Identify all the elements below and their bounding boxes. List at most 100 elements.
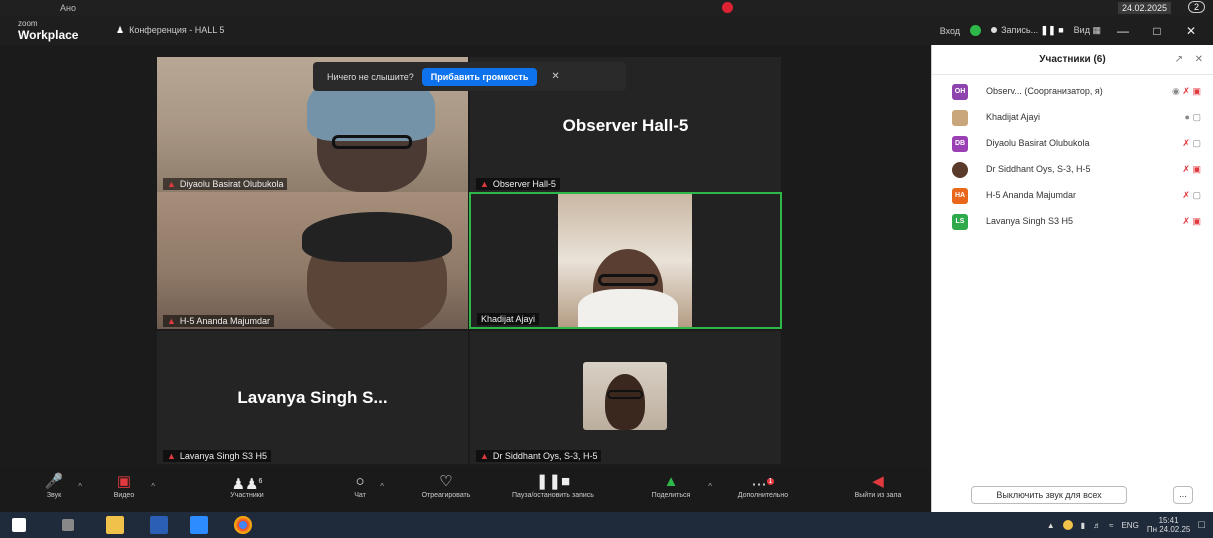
language-indicator[interactable]: ENG	[1121, 521, 1138, 530]
video-on-icon[interactable]: ▢	[1192, 112, 1201, 122]
windows-start-icon[interactable]	[12, 518, 26, 532]
task-view-icon[interactable]	[62, 519, 74, 531]
more-options-button[interactable]: ...	[1173, 486, 1193, 504]
app-alert-icon	[722, 2, 733, 13]
increase-volume-button[interactable]: Прибавить громкость	[421, 67, 538, 86]
chat-label: Чат	[354, 492, 366, 499]
grid-icon: ▦	[1092, 25, 1101, 35]
volume-icon[interactable]: ♬	[1093, 521, 1101, 530]
recording-indicator[interactable]: Запись... ❚❚ ■	[991, 25, 1064, 36]
mic-muted-icon[interactable]: ✗	[1182, 138, 1190, 148]
security-shield-icon[interactable]	[970, 25, 982, 36]
maximize-icon[interactable]: □	[1145, 24, 1169, 38]
mic-muted-icon[interactable]: ✗	[1182, 86, 1190, 96]
participants-button[interactable]: ♟♟6 Участники	[222, 472, 272, 499]
record-button[interactable]: ❚❚■ Пауза/остановить запись	[495, 472, 611, 499]
list-item[interactable]: LS Lavanya Singh S3 H5 ✗ ▣	[932, 209, 1213, 235]
file-explorer-icon[interactable]	[106, 516, 124, 534]
video-off-icon[interactable]: ▣	[1192, 216, 1201, 226]
audio-button[interactable]: 🎤 Звук ^	[40, 472, 82, 499]
tray-app-icon[interactable]	[1062, 520, 1073, 530]
chevron-up-icon[interactable]: ^	[380, 482, 384, 491]
video-on-icon[interactable]: ▢	[1192, 190, 1201, 200]
search-box[interactable]: Ано	[60, 2, 210, 14]
chrome-icon[interactable]	[234, 516, 252, 534]
chevron-up-icon[interactable]: ^	[78, 482, 82, 491]
more-icon: ⋯ 1	[751, 476, 775, 493]
more-button[interactable]: ⋯ 1 Дополнительно	[718, 472, 808, 499]
participant-status: ◉ ✗ ▣	[1172, 86, 1201, 97]
mic-muted-icon: ▲	[480, 451, 489, 461]
meeting-toolbar: 🎤 Звук ^ ▣ Видео ^ ♟♟6 Участники ○ Чат ^…	[0, 468, 931, 512]
close-icon[interactable]: ✕	[1179, 24, 1203, 38]
mic-muted-icon: ▲	[167, 451, 176, 461]
battery-icon[interactable]: ▮	[1081, 521, 1085, 530]
share-button[interactable]: ▲ Поделиться ^	[644, 472, 712, 499]
system-tray: ▲ ▮ ♬ ≈ ENG 15:41 Пн 24.02.25 □	[1039, 515, 1205, 535]
word-icon[interactable]	[150, 516, 168, 534]
meeting-title: Конференция - HALL 5	[129, 25, 225, 35]
tile-big-label: Lavanya Singh S...	[237, 388, 388, 407]
logo-big: Workplace	[18, 28, 79, 42]
list-item[interactable]: Dr Siddhant Oys, S-3, H-5 ✗ ▣	[932, 157, 1213, 183]
list-item[interactable]: OH Observ... (Соорганизатор, я) ◉ ✗ ▣	[932, 79, 1213, 105]
enter-button[interactable]: Вход	[940, 26, 960, 36]
mic-muted-icon[interactable]: ✗	[1182, 164, 1190, 174]
glasses	[598, 274, 658, 286]
video-stage: ▲ Diyaolu Basirat Olubukola Observer Hall…	[0, 45, 931, 468]
avatar-photo	[583, 362, 667, 430]
notification-count-badge[interactable]: 2	[1187, 1, 1205, 13]
view-button[interactable]: Вид ▦	[1074, 25, 1101, 36]
mic-muted-icon: ▲	[480, 179, 489, 189]
video-tile-active[interactable]: Khadijat Ajayi	[469, 192, 782, 329]
video-tile[interactable]: Lavanya Singh S... ▲ Lavanya Singh S3 H5	[157, 331, 468, 464]
notifications-icon[interactable]: □	[1198, 519, 1205, 531]
tile-name-text: Diyaolu Basirat Olubukola	[179, 179, 284, 189]
record-icon: ◉	[1172, 86, 1180, 96]
video-label: Видео	[113, 492, 135, 499]
mic-muted-icon: ▲	[167, 179, 176, 189]
popout-icon[interactable]: ↗	[1175, 45, 1183, 75]
mic-on-icon[interactable]: ●	[1185, 112, 1190, 122]
video-off-icon[interactable]: ▣	[1192, 164, 1201, 174]
close-icon[interactable]: ✕	[1195, 45, 1203, 75]
pause-icon[interactable]: ❚❚ ■	[1041, 25, 1064, 35]
recording-dot-icon	[991, 27, 998, 33]
notification-message: Ничего не слышите?	[327, 71, 414, 82]
video-button[interactable]: ▣ Видео ^	[107, 472, 155, 499]
chat-button[interactable]: ○ Чат ^	[350, 472, 384, 499]
chevron-up-icon[interactable]: ▲	[1047, 521, 1055, 530]
zoom-screen: Ано 24.02.2025 2 zoom Workplace ♟ Конфере…	[0, 0, 1213, 538]
minimize-icon[interactable]: —	[1111, 24, 1135, 38]
more-badge: 1	[766, 478, 775, 485]
participant-name: Diyaolu Basirat Olubukola	[986, 138, 1090, 148]
leave-button[interactable]: ◀ Выйти из зала	[843, 472, 913, 499]
windows-taskbar: ▲ ▮ ♬ ≈ ENG 15:41 Пн 24.02.25 □	[0, 512, 1213, 538]
video-tile[interactable]: ▲ Dr Siddhant Oys, S-3, H-5	[470, 331, 781, 464]
clock[interactable]: 15:41 Пн 24.02.25	[1147, 516, 1191, 534]
list-item[interactable]: Khadijat Ajayi ● ▢	[932, 105, 1213, 131]
list-item[interactable]: DB Diyaolu Basirat Olubukola ✗ ▢	[932, 131, 1213, 157]
video-off-icon: ▣	[116, 473, 132, 490]
chevron-up-icon[interactable]: ^	[151, 482, 155, 491]
participant-status: ✗ ▢	[1182, 138, 1201, 149]
recording-label: Запись...	[1001, 25, 1039, 35]
view-label: Вид	[1073, 25, 1090, 35]
video-on-icon[interactable]: ▢	[1192, 138, 1201, 148]
participant-status: ✗ ▢	[1182, 190, 1201, 201]
participant-name: Khadijat Ajayi	[986, 112, 1041, 122]
wifi-icon[interactable]: ≈	[1109, 521, 1113, 530]
video-off-icon[interactable]: ▣	[1192, 86, 1201, 96]
share-screen-icon: ▲	[663, 473, 679, 490]
mute-all-button[interactable]: Выключить звук для всех	[971, 486, 1127, 504]
react-button[interactable]: ♡ Отреагировать	[405, 472, 487, 499]
chevron-up-icon[interactable]: ^	[708, 482, 712, 491]
list-item[interactable]: HA H-5 Ananda Majumdar ✗ ▢	[932, 183, 1213, 209]
zoom-app-icon[interactable]	[190, 516, 208, 534]
mic-muted-icon[interactable]: ✗	[1182, 216, 1190, 226]
video-tile[interactable]: ▲ H-5 Ananda Majumdar	[157, 192, 468, 329]
participant-status: ✗ ▣	[1182, 216, 1201, 227]
mic-muted-icon[interactable]: ✗	[1182, 190, 1190, 200]
glasses	[332, 135, 412, 149]
close-icon[interactable]: ✕	[551, 71, 559, 82]
